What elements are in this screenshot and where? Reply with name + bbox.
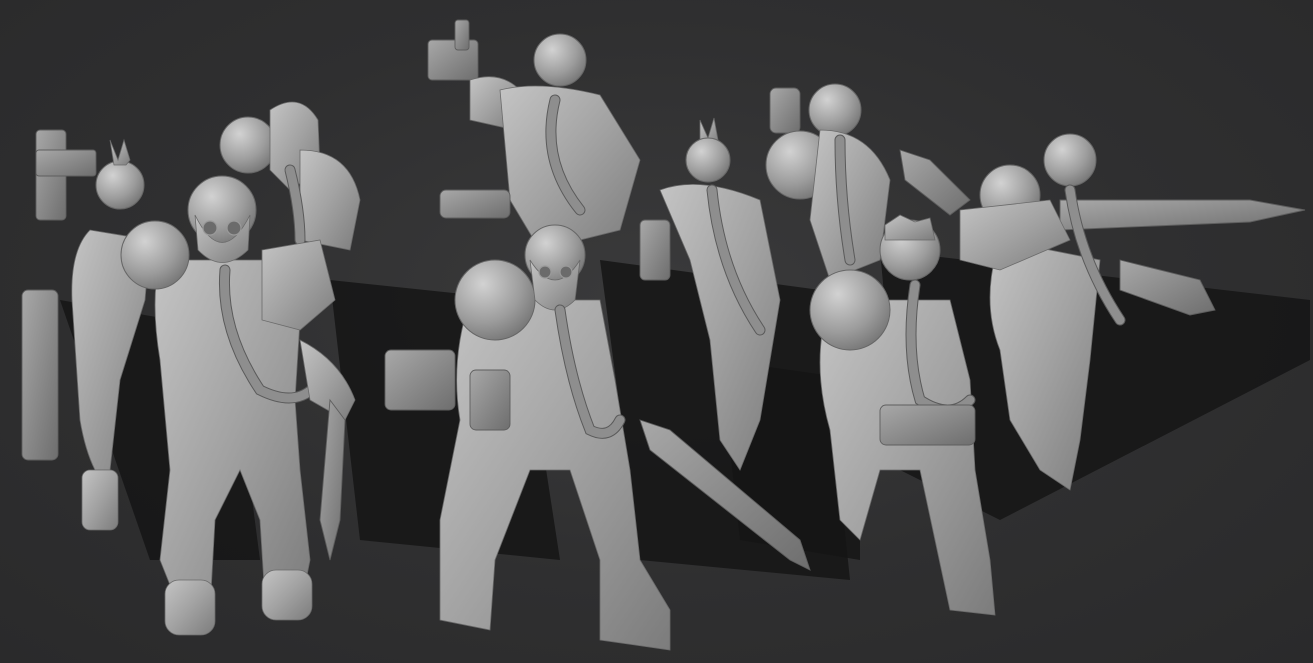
- trooper-center-back: [427, 19, 641, 251]
- render-viewport: [0, 0, 1313, 663]
- miniatures-render: [21, 19, 1310, 651]
- pistol: [879, 404, 976, 446]
- raised-pistol: [427, 39, 479, 81]
- grenade: [899, 149, 971, 216]
- long-rifle: [1059, 199, 1306, 231]
- rifle-barrel: [21, 289, 59, 461]
- pistol: [469, 369, 511, 431]
- blade: [319, 398, 346, 561]
